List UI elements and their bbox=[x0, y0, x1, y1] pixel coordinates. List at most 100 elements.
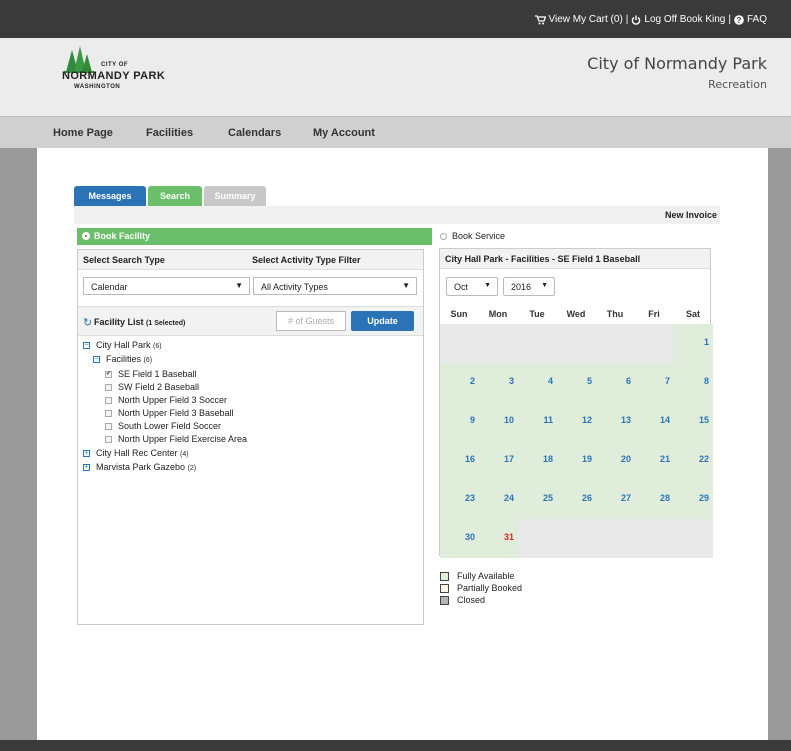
calendar-day[interactable]: 19 bbox=[557, 441, 596, 480]
calendar-day[interactable]: 4 bbox=[518, 363, 557, 402]
checkbox-checked[interactable]: ✔ bbox=[105, 371, 112, 379]
tab-search[interactable]: Search bbox=[148, 186, 202, 206]
day-of-week-header: Tue bbox=[529, 309, 545, 319]
calendar-day[interactable]: 9 bbox=[440, 402, 479, 441]
calendar-day[interactable]: 15 bbox=[674, 402, 713, 441]
facility-item[interactable]: SW Field 2 Baseball bbox=[105, 382, 199, 392]
calendar-day[interactable]: 2 bbox=[440, 363, 479, 402]
checkbox[interactable] bbox=[105, 384, 112, 392]
facility-item[interactable]: North Upper Field 3 Soccer bbox=[105, 395, 227, 405]
calendar-day[interactable]: 10 bbox=[479, 402, 518, 441]
tab-messages[interactable]: Messages bbox=[74, 186, 146, 206]
view-cart-link[interactable]: View My Cart (0) bbox=[549, 14, 623, 25]
calendar-day[interactable]: 17 bbox=[479, 441, 518, 480]
log-off-link[interactable]: Log Off Book King bbox=[644, 14, 725, 25]
calendar-day[interactable]: 25 bbox=[518, 480, 557, 519]
expand-icon[interactable]: + bbox=[83, 450, 90, 458]
calendar-title: City Hall Park - Facilities - SE Field 1… bbox=[445, 254, 641, 264]
facility-item[interactable]: ✔ SE Field 1 Baseball bbox=[105, 369, 197, 379]
separator: | bbox=[625, 14, 629, 25]
expand-icon[interactable]: + bbox=[83, 464, 90, 472]
book-facility-header[interactable]: Book Facility bbox=[77, 228, 432, 245]
calendar-day[interactable]: 30 bbox=[440, 519, 479, 558]
tree-node-city-hall-park[interactable]: − City Hall Park (6) bbox=[83, 340, 162, 350]
calendar-day[interactable]: 5 bbox=[557, 363, 596, 402]
day-of-week-header: Thu bbox=[606, 309, 624, 319]
book-service-option[interactable]: Book Service bbox=[440, 231, 505, 241]
calendar-day[interactable]: 11 bbox=[518, 402, 557, 441]
year-select[interactable]: 2016 ▼ bbox=[503, 277, 555, 296]
new-invoice-label[interactable]: New Invoice bbox=[665, 210, 717, 220]
nav-facilities[interactable]: Facilities bbox=[146, 127, 193, 139]
facility-item[interactable]: South Lower Field Soccer bbox=[105, 421, 221, 431]
calendar-day[interactable]: 24 bbox=[479, 480, 518, 519]
calendar-day[interactable]: 28 bbox=[635, 480, 674, 519]
facility-item[interactable]: North Upper Field 3 Baseball bbox=[105, 408, 234, 418]
calendar-day[interactable]: 1 bbox=[674, 324, 713, 363]
day-of-week-header: Fri bbox=[648, 309, 660, 319]
activity-filter-header: Select Activity Type Filter bbox=[252, 255, 361, 265]
book-facility-label: Book Facility bbox=[94, 231, 151, 241]
refresh-icon[interactable]: ↻ bbox=[83, 316, 92, 329]
checkbox[interactable] bbox=[105, 423, 112, 431]
calendar-day[interactable]: 29 bbox=[674, 480, 713, 519]
calendar-day[interactable]: 22 bbox=[674, 441, 713, 480]
tree-node-marvista-park-gazebo[interactable]: + Marvista Park Gazebo (2) bbox=[83, 462, 196, 472]
calendar-day[interactable]: 7 bbox=[635, 363, 674, 402]
day-number: 26 bbox=[581, 493, 592, 503]
cart-icon[interactable] bbox=[534, 14, 546, 25]
update-button[interactable]: Update bbox=[351, 311, 414, 331]
month-select[interactable]: Oct ▼ bbox=[446, 277, 498, 296]
month-value: Oct bbox=[454, 282, 469, 292]
city-logo[interactable]: CITY OF NORMANDY PARK WASHINGTON bbox=[52, 46, 182, 96]
calendar-day[interactable]: 26 bbox=[557, 480, 596, 519]
faq-link[interactable]: FAQ bbox=[747, 14, 767, 25]
day-number: 8 bbox=[703, 376, 709, 386]
tree-node-facilities[interactable]: − Facilities (6) bbox=[93, 354, 152, 364]
day-number: 11 bbox=[543, 415, 553, 425]
collapse-icon[interactable]: − bbox=[93, 356, 100, 364]
calendar-day[interactable]: 31 bbox=[479, 519, 518, 558]
guests-input[interactable]: # of Guests bbox=[276, 311, 346, 331]
calendar-day[interactable]: 8 bbox=[674, 363, 713, 402]
collapse-icon[interactable]: − bbox=[83, 342, 90, 350]
calendar-empty-cell bbox=[557, 519, 596, 558]
calendar-day[interactable]: 18 bbox=[518, 441, 557, 480]
tree-node-city-hall-rec-center[interactable]: + City Hall Rec Center (4) bbox=[83, 448, 189, 458]
book-facility-radio[interactable] bbox=[82, 232, 90, 240]
checkbox[interactable] bbox=[105, 410, 112, 418]
day-number: 21 bbox=[659, 454, 670, 464]
tab-summary[interactable]: Summary bbox=[204, 186, 266, 206]
activity-filter-select[interactable]: All Activity Types ▼ bbox=[253, 277, 417, 295]
checkbox[interactable] bbox=[105, 397, 112, 405]
nav-my-account[interactable]: My Account bbox=[313, 127, 375, 139]
nav-calendars[interactable]: Calendars bbox=[228, 127, 281, 139]
facility-item[interactable]: North Upper Field Exercise Area bbox=[105, 434, 247, 444]
calendar-day[interactable]: 21 bbox=[635, 441, 674, 480]
tree-node-label: Facilities bbox=[106, 354, 142, 364]
calendar-day[interactable]: 6 bbox=[596, 363, 635, 402]
calendar-day[interactable]: 13 bbox=[596, 402, 635, 441]
checkbox[interactable] bbox=[105, 436, 112, 444]
day-number: 13 bbox=[620, 415, 631, 425]
question-circle-icon[interactable]: ? bbox=[734, 14, 744, 25]
calendar-day[interactable]: 20 bbox=[596, 441, 635, 480]
facility-list-title: Facility List (1 Selected) bbox=[94, 317, 185, 327]
calendar-day[interactable]: 3 bbox=[479, 363, 518, 402]
day-of-week-header: Mon bbox=[488, 309, 508, 319]
search-type-select[interactable]: Calendar ▼ bbox=[83, 277, 250, 295]
calendar-day[interactable]: 27 bbox=[596, 480, 635, 519]
calendar-empty-cell bbox=[479, 324, 518, 363]
day-number: 15 bbox=[698, 415, 709, 425]
caret-down-icon: ▼ bbox=[235, 281, 243, 290]
tree-node-label: City Hall Park bbox=[96, 340, 151, 350]
power-icon[interactable] bbox=[631, 15, 641, 25]
calendar-day[interactable]: 16 bbox=[440, 441, 479, 480]
calendar-day[interactable]: 23 bbox=[440, 480, 479, 519]
day-number: 3 bbox=[508, 376, 514, 386]
activity-filter-value: All Activity Types bbox=[261, 282, 328, 292]
nav-home[interactable]: Home Page bbox=[53, 127, 113, 139]
calendar-day[interactable]: 12 bbox=[557, 402, 596, 441]
calendar-day[interactable]: 14 bbox=[635, 402, 674, 441]
book-service-radio[interactable] bbox=[440, 233, 447, 241]
